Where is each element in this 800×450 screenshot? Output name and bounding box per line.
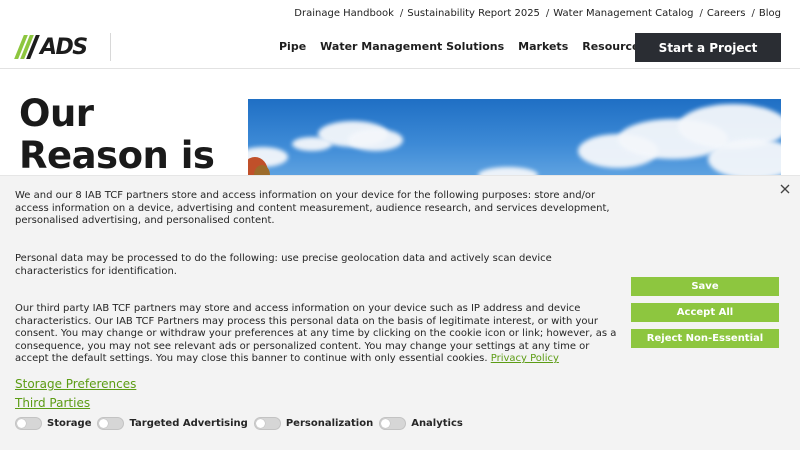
cookie-links: Storage Preferences Third Parties [15, 375, 136, 413]
reject-non-essential-button[interactable]: Reject Non-Essential [631, 329, 779, 348]
toggle-personalization: Personalization [253, 417, 374, 430]
consent-toggles: Storage Targeted Advertising Personaliza… [15, 417, 469, 430]
utility-link-water-management-catalog[interactable]: Water Management Catalog [553, 8, 693, 19]
cookie-banner: We and our 8 IAB TCF partners store and … [0, 175, 800, 450]
site-header: ADS Pipe Water Management Solutions Mark… [0, 26, 800, 69]
accept-all-button[interactable]: Accept All [631, 303, 779, 322]
page: Drainage Handbook / Sustainability Repor… [0, 0, 800, 450]
utility-link-drainage-handbook[interactable]: Drainage Handbook [294, 8, 394, 19]
close-icon[interactable] [778, 182, 792, 196]
cookie-partners-text: Our third party IAB TCF partners may sto… [15, 303, 623, 366]
utility-separator: / [699, 7, 703, 19]
utility-separator: / [751, 7, 755, 19]
cookie-personal-data-text: Personal data may be processed to do the… [15, 253, 552, 277]
toggle-storage: Storage [15, 417, 91, 430]
toggle-targeted-advertising: Targeted Advertising [97, 417, 248, 430]
third-parties-link[interactable]: Third Parties [15, 394, 136, 413]
logo-slashes-icon [14, 35, 40, 59]
nav-item-pipe[interactable]: Pipe [279, 40, 306, 53]
utility-link-blog[interactable]: Blog [759, 8, 781, 19]
logo-text: ADS [40, 34, 88, 60]
personalization-toggle[interactable] [253, 417, 281, 430]
cookie-purposes-text: We and our 8 IAB TCF partners store and … [15, 190, 610, 226]
ads-logo[interactable]: ADS [14, 34, 88, 60]
toggle-analytics: Analytics [379, 417, 463, 430]
utility-link-sustainability-report[interactable]: Sustainability Report 2025 [407, 8, 540, 19]
nav-item-markets[interactable]: Markets [518, 40, 568, 53]
start-project-button[interactable]: Start a Project [635, 33, 781, 62]
utility-separator: / [545, 7, 550, 19]
hero-image [248, 99, 781, 181]
privacy-policy-link[interactable]: Privacy Policy [491, 353, 559, 364]
toggle-label: Personalization [285, 418, 374, 429]
analytics-toggle[interactable] [379, 417, 407, 430]
storage-toggle[interactable] [15, 417, 42, 430]
utility-nav: Drainage Handbook / Sustainability Repor… [294, 0, 781, 26]
storage-preferences-link[interactable]: Storage Preferences [15, 375, 136, 394]
utility-separator: / [399, 7, 404, 19]
hero-heading: Our Reason is [19, 93, 239, 177]
toggle-label: Storage [47, 418, 92, 429]
hero-heading-line-1: Our [19, 92, 94, 135]
header-divider [110, 33, 111, 61]
save-button[interactable]: Save [631, 277, 779, 296]
targeted-advertising-toggle[interactable] [97, 417, 125, 430]
hero-heading-line-2: Reason is [19, 134, 215, 177]
toggle-label: Analytics [411, 418, 463, 429]
toggle-label: Targeted Advertising [129, 418, 248, 429]
nav-item-water-management-solutions[interactable]: Water Management Solutions [320, 40, 504, 53]
utility-link-careers[interactable]: Careers [707, 8, 746, 19]
